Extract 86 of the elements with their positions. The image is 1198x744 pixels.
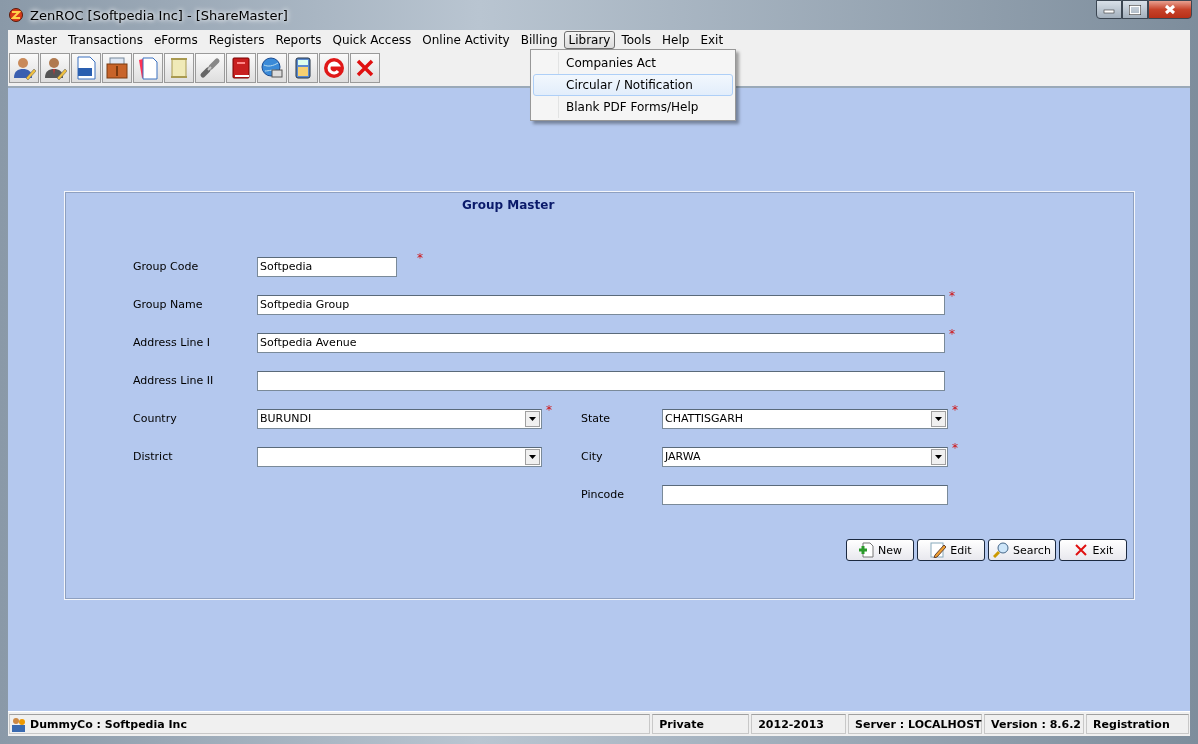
menu-item[interactable]: Online Activity [417, 31, 515, 49]
app-logo-icon [8, 7, 24, 23]
dropdown-arrow-icon [935, 416, 942, 421]
field-label: Address Line II [133, 374, 215, 387]
globe-icon [260, 56, 284, 80]
input-field[interactable]: Softpedia [257, 256, 397, 277]
link-icon [198, 56, 222, 80]
status-pane: 2012-2013 [751, 714, 847, 734]
minimize-button[interactable] [1096, 0, 1122, 19]
form-button[interactable]: Search [988, 539, 1056, 561]
field-label: Country [133, 412, 178, 425]
toolbar-button[interactable] [288, 53, 318, 83]
close-button[interactable] [1148, 0, 1192, 19]
menu-item[interactable]: eForms [148, 31, 203, 49]
status-pane: Private [652, 714, 750, 734]
dropdown-field[interactable]: JARWA [662, 446, 948, 467]
users-icon [11, 716, 26, 732]
field-label: City [581, 450, 604, 463]
menu-item[interactable]: Library [563, 31, 616, 49]
add-document-icon [858, 542, 874, 558]
toolbar-button[interactable] [102, 53, 132, 83]
menu-item[interactable]: Registers [203, 31, 270, 49]
required-mark: * [546, 402, 552, 417]
menu-item[interactable]: Master [11, 31, 62, 49]
close-icon [1072, 542, 1089, 558]
company-name: DummyCo : Softpedia Inc [30, 717, 187, 731]
person-pencil-icon [12, 56, 36, 80]
menu-item[interactable]: Help [657, 31, 695, 49]
person-pencil-icon [43, 56, 67, 80]
toolbar-button[interactable] [9, 53, 39, 83]
dropdown-item[interactable]: Blank PDF Forms/Help [533, 96, 733, 118]
maximize-button[interactable] [1122, 0, 1148, 19]
files-icon [105, 56, 129, 80]
book-icon [229, 56, 253, 80]
status-pane: Registration [1086, 714, 1189, 734]
menu-item[interactable]: Billing [515, 31, 563, 49]
required-mark: * [417, 250, 423, 265]
toolbar-button[interactable] [40, 53, 70, 83]
input-field[interactable] [257, 370, 945, 391]
dropdown-field[interactable]: BURUNDI [257, 408, 542, 429]
dropdown-field[interactable] [257, 446, 542, 467]
status-pane: Server : LOCALHOST [848, 714, 983, 734]
dropdown-arrow-icon [935, 454, 942, 459]
close-icon [1164, 4, 1176, 15]
toolbar-button[interactable] [71, 53, 101, 83]
input-field[interactable]: Softpedia Avenue [257, 332, 945, 353]
maximize-icon [1129, 4, 1141, 15]
form-button[interactable]: New [846, 539, 914, 561]
field-label: Group Name [133, 298, 204, 311]
document-icon [74, 56, 98, 80]
search-icon [993, 542, 1010, 558]
menu-item[interactable]: Exit [695, 31, 729, 49]
toolbar-button[interactable] [319, 53, 349, 83]
form-title: Group Master [462, 198, 556, 212]
required-mark: * [949, 288, 955, 303]
field-label: Group Code [133, 260, 200, 273]
menu-item[interactable]: Tools [616, 31, 657, 49]
toolbar-button[interactable] [350, 53, 380, 83]
menu-item[interactable]: Reports [270, 31, 327, 49]
documents-icon [136, 56, 160, 80]
dropdown-arrow-icon [529, 454, 536, 459]
toolbar-button[interactable] [257, 53, 287, 83]
input-field[interactable]: Softpedia Group [257, 294, 945, 315]
dropdown-item[interactable]: Circular / Notification [533, 74, 733, 96]
dropdown-arrow-icon [529, 416, 536, 421]
field-label: State [581, 412, 612, 425]
window-title: ZenROC [Softpedia Inc] - [ShareMaster] [30, 7, 288, 23]
toolbar-button[interactable] [195, 53, 225, 83]
status-pane: Version : 8.6.2 [984, 714, 1085, 734]
pencil-icon [930, 542, 947, 558]
field-label: District [133, 450, 174, 463]
input-field[interactable] [662, 484, 948, 505]
menu-item[interactable]: Quick Access [327, 31, 417, 49]
field-label: Address Line I [133, 336, 211, 349]
dropdown-field[interactable]: CHATTISGARH [662, 408, 948, 429]
dropdown-item[interactable]: Companies Act [533, 52, 733, 74]
required-mark: * [952, 440, 958, 455]
field-label: Pincode [581, 488, 625, 501]
form-button[interactable]: Edit [917, 539, 985, 561]
form-button[interactable]: Exit [1059, 539, 1127, 561]
toolbar-button[interactable] [133, 53, 163, 83]
required-mark: * [952, 402, 958, 417]
logo-e-icon [322, 56, 346, 80]
toolbar-button[interactable] [226, 53, 256, 83]
required-mark: * [949, 326, 955, 341]
menu-item[interactable]: Transactions [63, 31, 148, 49]
